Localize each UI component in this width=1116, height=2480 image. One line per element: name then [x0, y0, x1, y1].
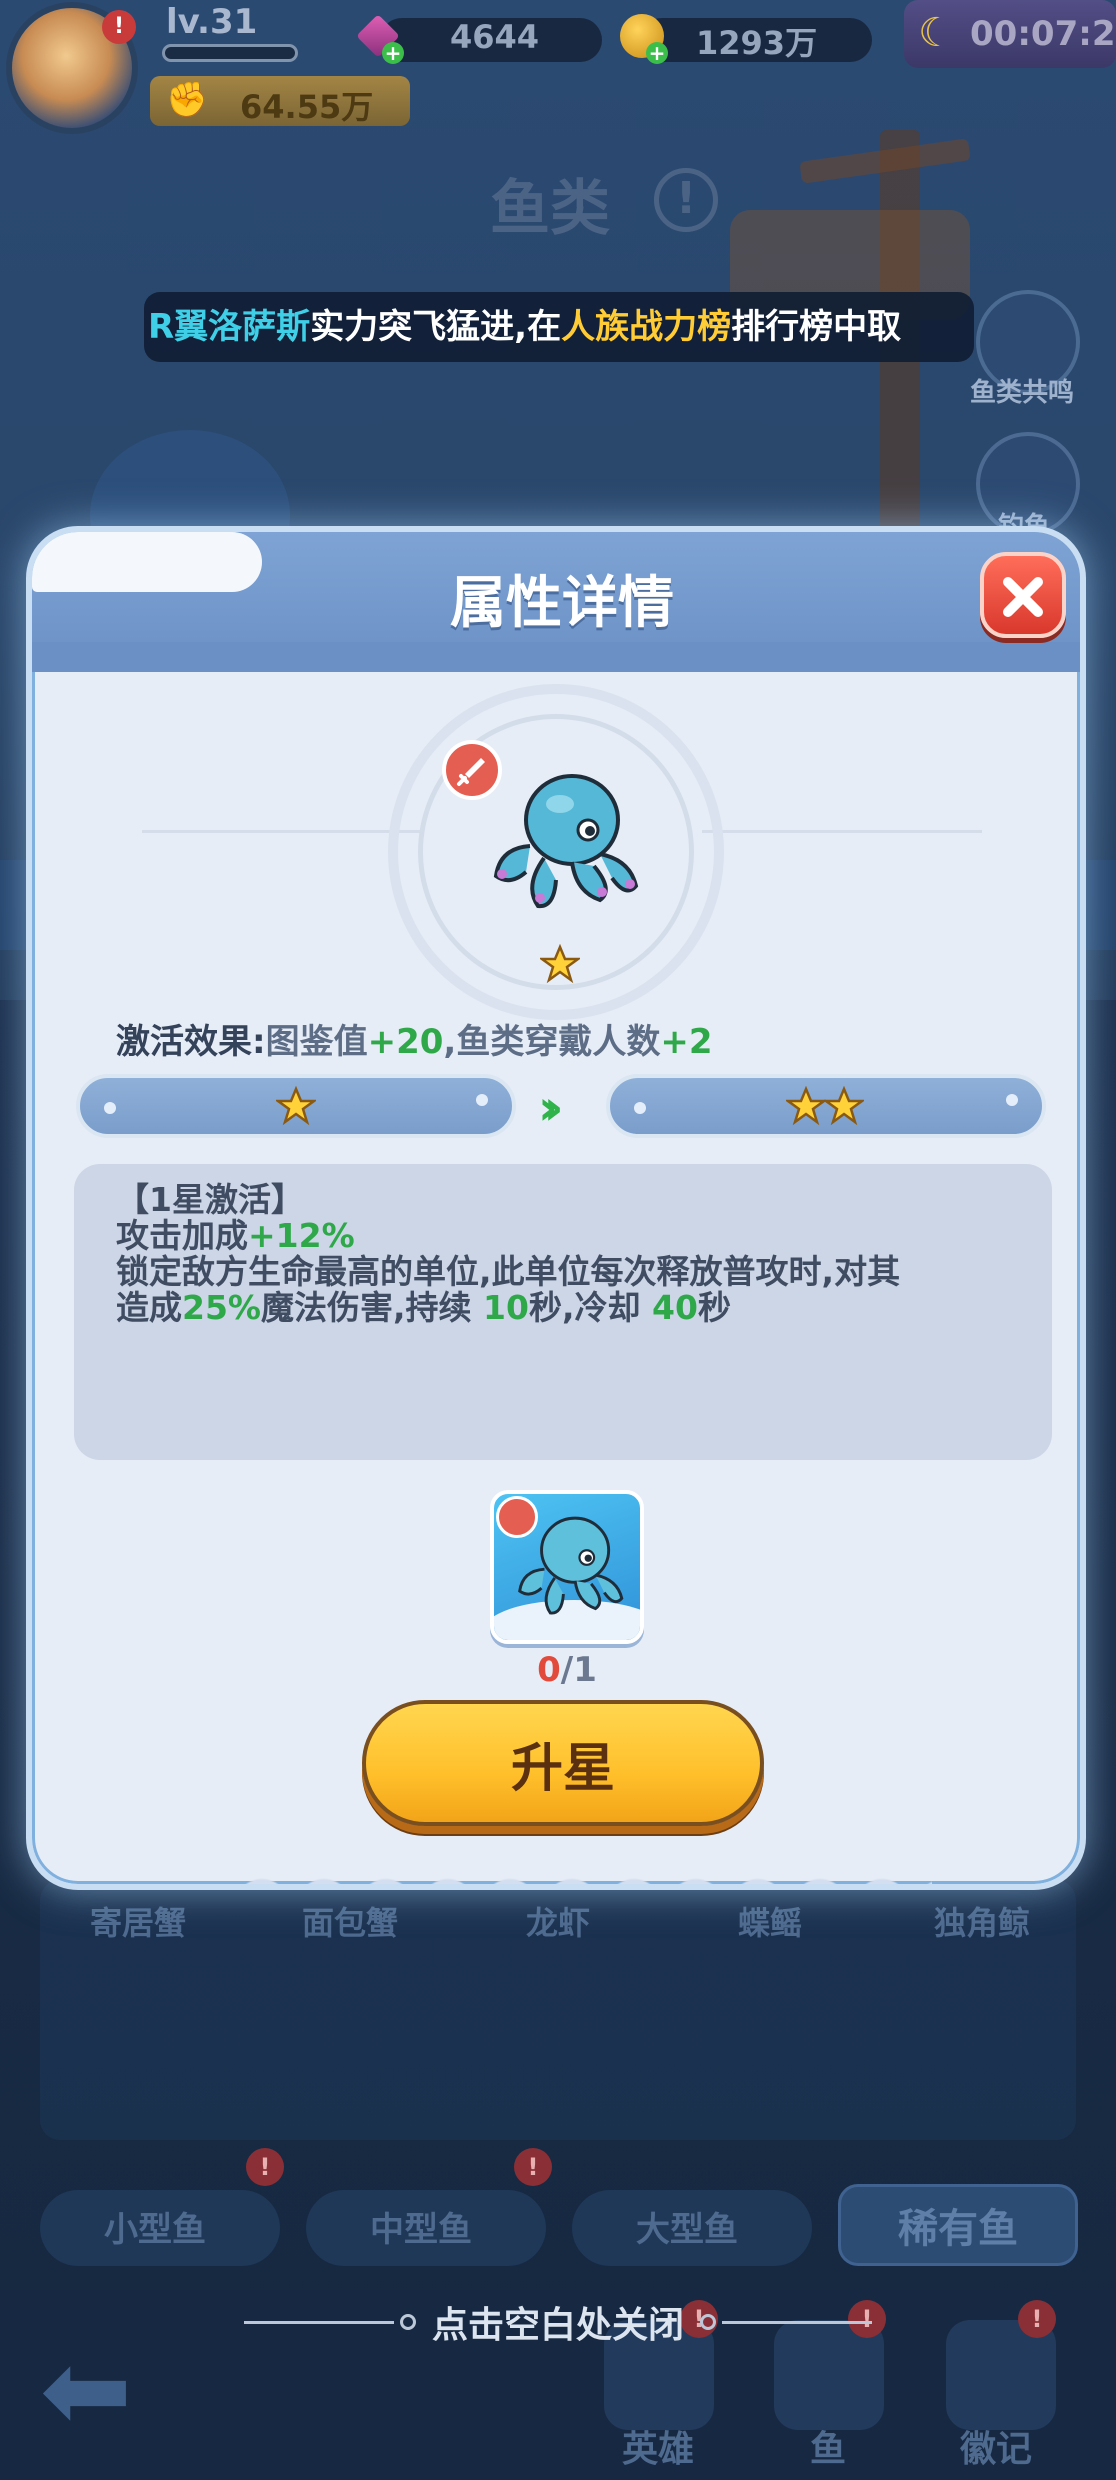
- tab-medium-fish-label: 中型鱼: [370, 2210, 472, 2250]
- effect-text-1: 图鉴值: [265, 1022, 368, 1062]
- desc-heading: 【1星激活】: [116, 1180, 304, 1219]
- tab-small-badge: !: [246, 2148, 284, 2186]
- coin-plus-icon[interactable]: +: [646, 42, 668, 64]
- effect-bonus-1: +20: [367, 1022, 444, 1062]
- fish-label-ray[interactable]: 蝶鳐: [738, 1898, 802, 1944]
- fist-icon: ✊: [166, 80, 209, 120]
- timer-value: 00:07:28: [970, 14, 1116, 54]
- desc-skill-line-1: 锁定敌方生命最高的单位,此单位每次释放普攻时,对其: [116, 1252, 901, 1291]
- sword-icon: [496, 1496, 538, 1538]
- next-star-level: [606, 1074, 1046, 1138]
- star-icon: [786, 1086, 826, 1126]
- ticker-text: 实力突飞猛进,在: [310, 307, 562, 347]
- gem-plus-icon[interactable]: +: [382, 42, 404, 64]
- item-count-need: /1: [560, 1650, 597, 1690]
- current-star-level: [76, 1074, 516, 1138]
- close-icon: [1003, 577, 1043, 617]
- activation-effect: 激活效果:图鉴值+20,鱼类穿戴人数+2: [116, 1014, 713, 1063]
- modal-bottom-decoration: [232, 1866, 932, 1884]
- decoration-line-left: [142, 830, 422, 833]
- attack-bonus-value: +12%: [248, 1216, 355, 1255]
- tab-medium-badge: !: [514, 2148, 552, 2186]
- fish-label-narwhal[interactable]: 独角鲸: [934, 1898, 1030, 1944]
- close-hint[interactable]: 点击空白处关闭: [0, 2296, 1116, 2348]
- effect-bonus-2: +2: [660, 1022, 713, 1062]
- tab-large-fish-label: 大型鱼: [636, 2210, 738, 2250]
- star-icon: [540, 944, 580, 984]
- attribute-detail-modal: 属性详情 激活效果:图鉴值+20,鱼类穿戴人数+2 ›› 【1星激活】 攻击加成…: [26, 526, 1086, 1890]
- nav-emblem-label: 徽记: [960, 2429, 1033, 2470]
- description-text: 【1星激活】 攻击加成+12% 锁定敌方生命最高的单位,此单位每次释放普攻时,对…: [116, 1182, 1036, 1326]
- moon-icon: ☾: [918, 10, 954, 56]
- hint-line-right: [722, 2320, 872, 2324]
- star-icon: [276, 1086, 316, 1126]
- hint-knot-right: [700, 2314, 716, 2330]
- effect-text-2: ,鱼类穿戴人数: [443, 1022, 661, 1062]
- fish-resonance-label: 鱼类共鸣: [970, 378, 1075, 408]
- back-arrow-icon[interactable]: ⬅: [40, 2335, 150, 2445]
- power-value: 64.55万: [240, 88, 374, 126]
- item-count-have: 0: [537, 1650, 561, 1690]
- close-hint-text: 点击空白处关闭: [431, 2305, 684, 2346]
- hint-line-left: [243, 2320, 394, 2324]
- desc-skill-line-2: 造成25%魔法伤害,持续 10秒,冷却 40秒: [116, 1288, 731, 1327]
- tab-small-fish-label: 小型鱼: [104, 2210, 206, 2250]
- fish-label-bread-crab[interactable]: 面包蟹: [302, 1898, 398, 1944]
- octopus-icon: [493, 774, 639, 909]
- item-count: 0/1: [490, 1650, 644, 1690]
- effect-label: 激活效果:: [116, 1022, 266, 1062]
- page-title: 鱼类: [490, 174, 610, 244]
- announcement-ticker: R翼洛萨斯实力突飞猛进,在人族战力榜排行榜中取: [144, 292, 974, 362]
- double-chevron-right-icon: ››: [538, 1080, 563, 1136]
- player-level: lv.31: [166, 2, 258, 42]
- gem-count: 4644: [450, 18, 540, 56]
- fish-label-hermit-crab[interactable]: 寄居蟹: [90, 1898, 186, 1944]
- fish-label-lobster[interactable]: 龙虾: [526, 1898, 590, 1944]
- ticker-player-name: R翼洛萨斯: [148, 307, 311, 347]
- ticker-text-end: 排行榜中取: [731, 307, 902, 347]
- ticker-ranking-name: 人族战力榜: [561, 307, 732, 347]
- desc-attack-line: 攻击加成+12%: [116, 1216, 355, 1255]
- decoration-line-right: [702, 830, 982, 833]
- coin-count: 1293万: [696, 24, 818, 62]
- nav-fish-label: 鱼: [810, 2429, 847, 2470]
- sword-icon: [442, 740, 502, 800]
- tab-rare-fish-label: 稀有鱼: [898, 2206, 1018, 2252]
- info-icon[interactable]: !: [654, 168, 718, 232]
- close-button[interactable]: [980, 552, 1066, 638]
- modal-title: 属性详情: [450, 571, 674, 636]
- star-icon: [824, 1086, 864, 1126]
- avatar-notification-badge: !: [102, 10, 136, 44]
- nav-heroes-label: 英雄: [622, 2429, 695, 2470]
- hint-knot-left: [399, 2314, 416, 2330]
- level-progress-bar: [162, 44, 298, 62]
- upgrade-star-label: 升星: [510, 1739, 615, 1799]
